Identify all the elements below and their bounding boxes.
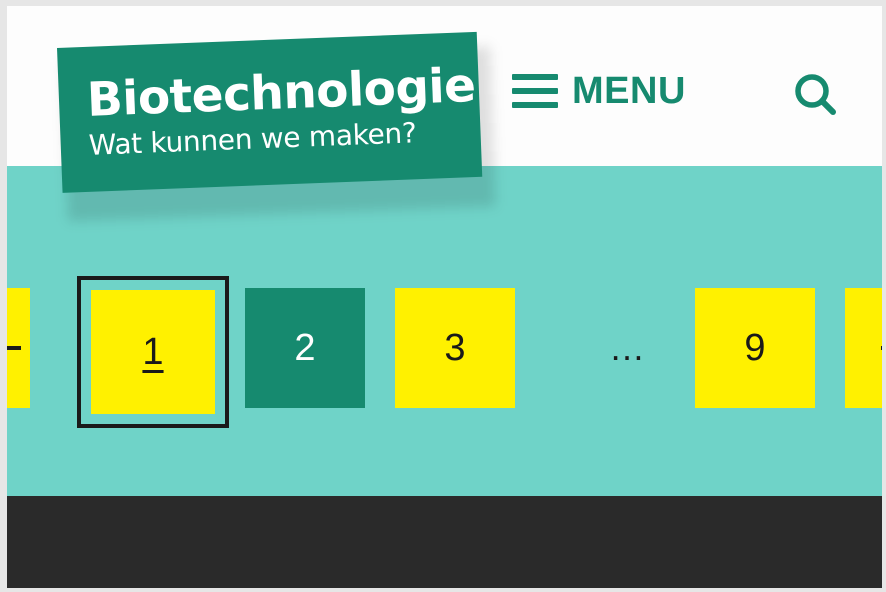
site-logo[interactable]: Biotechnologie Wat kunnen we maken? [57, 31, 483, 193]
page-button-2[interactable]: 2 [245, 288, 365, 408]
page-frame: Biotechnologie Wat kunnen we maken? MENU… [0, 0, 886, 592]
menu-label: MENU [572, 69, 686, 112]
hamburger-icon [512, 74, 558, 108]
page-number-1: 1 [142, 330, 164, 373]
previous-page-button[interactable] [7, 288, 30, 408]
menu-button[interactable]: MENU [512, 66, 686, 116]
current-page-focus-outline: 1 [77, 276, 229, 428]
search-button[interactable] [787, 66, 845, 124]
page-number-9: 9 [744, 326, 766, 369]
page-number-2: 2 [294, 326, 316, 369]
page-button-9[interactable]: 9 [695, 288, 815, 408]
next-page-button[interactable] [845, 288, 882, 408]
page-number-3: 3 [444, 326, 466, 369]
search-icon [795, 74, 836, 115]
dark-footer-section [7, 496, 882, 588]
page-button-1[interactable]: 1 [91, 290, 215, 414]
site-title: Biotechnologie [85, 57, 477, 128]
pagination-ellipsis: … [609, 327, 645, 368]
page-button-3[interactable]: 3 [395, 288, 515, 408]
